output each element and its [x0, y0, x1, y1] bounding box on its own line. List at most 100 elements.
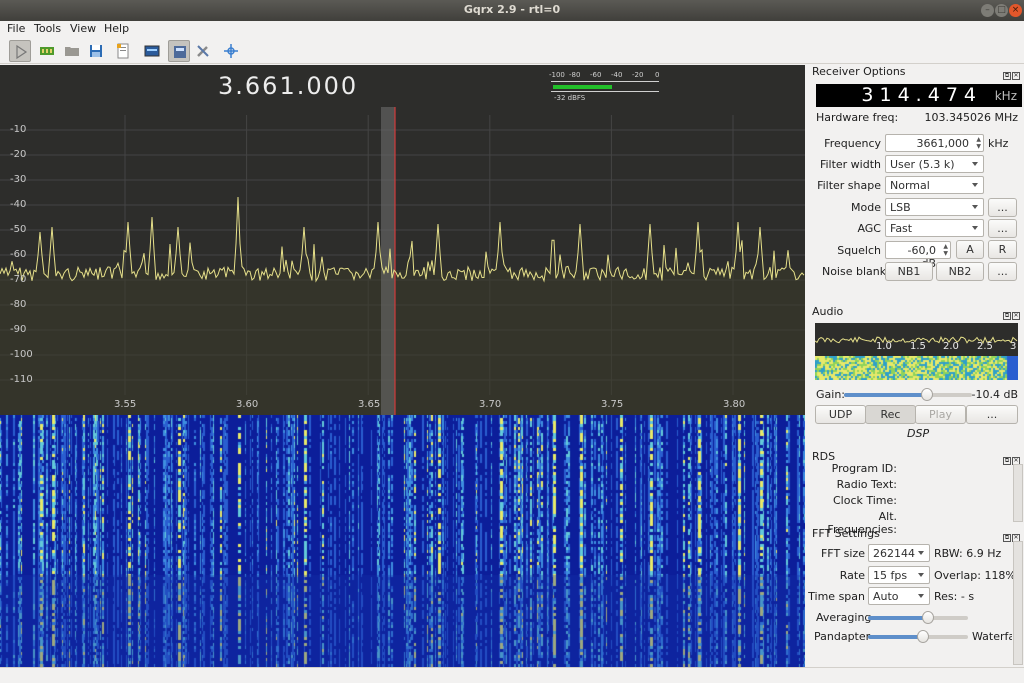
chevron-down-icon	[972, 162, 978, 166]
device-button[interactable]	[36, 40, 58, 62]
audio-options-button[interactable]: ...	[966, 405, 1018, 424]
spin-arrows-icon[interactable]: ▲ ▼	[976, 136, 981, 150]
squelch-auto-button[interactable]: A	[956, 240, 984, 259]
lcd-value: 314.474	[861, 84, 982, 106]
averaging-slider[interactable]	[868, 611, 968, 624]
time-span-label: Time span	[808, 590, 865, 603]
nb-options-button[interactable]: ...	[988, 262, 1017, 281]
folder-open-icon	[65, 47, 79, 56]
close-icon[interactable]: ✕	[1012, 312, 1020, 320]
agc-select[interactable]: Fast	[885, 219, 984, 237]
rec-button[interactable]: Rec	[865, 405, 916, 424]
pandapter-slider[interactable]	[868, 630, 968, 643]
audio-tick: 1.5	[910, 341, 926, 352]
y-tick: -80	[10, 299, 27, 310]
chevron-down-icon	[918, 594, 924, 598]
chevron-down-icon	[972, 226, 978, 230]
y-tick: -20	[10, 149, 27, 160]
y-tick: -30	[10, 174, 27, 185]
clock-time-label: Clock Time:	[832, 494, 897, 507]
noise-floor-fill	[0, 270, 805, 415]
display-button[interactable]	[141, 40, 163, 62]
close-icon[interactable]: ✕	[1012, 72, 1020, 80]
menu-help[interactable]: Help	[104, 22, 129, 35]
radio-text-label: Radio Text:	[836, 478, 897, 491]
save-button[interactable]	[85, 40, 107, 62]
toolbar	[0, 38, 1024, 64]
rds-dock-buttons[interactable]: ⧉ ✕	[1002, 452, 1020, 465]
float-icon[interactable]: ⧉	[1003, 457, 1011, 465]
play-button[interactable]	[9, 40, 31, 62]
play-audio-button[interactable]: Play	[915, 405, 966, 424]
mode-label: Mode	[851, 201, 881, 214]
receiver-dock-buttons[interactable]: ⧉ ✕	[1002, 67, 1020, 80]
mode-options-button[interactable]: ...	[988, 198, 1017, 217]
chevron-down-icon	[918, 573, 924, 577]
spectrum-trace	[0, 196, 805, 283]
gain-label: Gain:	[816, 388, 845, 401]
udp-button[interactable]: UDP	[815, 405, 866, 424]
agc-options-button[interactable]: ...	[988, 219, 1017, 238]
mode-select[interactable]: LSB	[885, 198, 984, 216]
menu-tools[interactable]: Tools	[34, 22, 61, 35]
fft-dock-buttons[interactable]: ⧉ ✕	[1002, 529, 1020, 542]
frequency-input[interactable]: 3661,000 ▲ ▼	[885, 134, 984, 152]
center-button[interactable]	[220, 40, 242, 62]
maximize-button[interactable]: □	[995, 4, 1008, 17]
y-tick: -60	[10, 249, 27, 260]
waterfall-canvas	[0, 415, 805, 667]
rds-scrollbar[interactable]	[1013, 464, 1023, 522]
audio-tick: 2.0	[943, 341, 959, 352]
squelch-input[interactable]: -60,0 dB ▲▼	[885, 241, 951, 270]
float-icon[interactable]: ⧉	[1003, 534, 1011, 542]
nb2-button[interactable]: NB2	[936, 262, 984, 281]
center-icon	[224, 44, 238, 58]
program-id-label: Program ID:	[831, 462, 897, 475]
resolution-label: Res: - s	[934, 590, 975, 603]
pandapter-slider-handle[interactable]	[917, 630, 929, 643]
meter-tick: -60	[590, 71, 602, 79]
fft-size-label: FFT size	[820, 547, 865, 560]
file-button[interactable]	[112, 40, 134, 62]
frequency-lcd[interactable]: 314.474 kHz	[816, 84, 1022, 107]
spin-arrows-icon[interactable]: ▲ ▼	[943, 243, 948, 257]
averaging-slider-handle[interactable]	[922, 611, 934, 624]
receiver-options-title: Receiver Options	[812, 65, 906, 78]
spectrum-plot[interactable]: 3.661.000 -100 -80 -60 -40 -20 0 -32 dBF…	[0, 65, 805, 415]
hardware-freq-value: 103.345026 MHz	[924, 111, 1018, 124]
right-dock-panel: Receiver Options ⧉ ✕ 314.474 kHz Hardware…	[808, 64, 1024, 667]
open-button[interactable]	[61, 40, 83, 62]
pandapter-label: Pandapter	[814, 630, 871, 643]
menu-view[interactable]: View	[70, 22, 96, 35]
menu-file[interactable]: File	[7, 22, 25, 35]
meter-scale	[551, 81, 659, 82]
gain-slider[interactable]	[844, 388, 972, 401]
float-icon[interactable]: ⧉	[1003, 72, 1011, 80]
fft-size-select[interactable]: 262144	[868, 544, 930, 562]
gain-slider-handle[interactable]	[921, 388, 934, 401]
tools-button[interactable]	[192, 40, 214, 62]
float-icon[interactable]: ⧉	[1003, 312, 1011, 320]
time-span-select[interactable]: Auto	[868, 587, 930, 605]
audio-spectrum[interactable]: 1.0 1.5 2.0 2.5 3	[815, 323, 1018, 380]
minimize-button[interactable]: –	[981, 4, 994, 17]
squelch-reset-button[interactable]: R	[988, 240, 1017, 259]
averaging-label: Averaging	[816, 611, 872, 624]
mode-value: LSB	[890, 201, 911, 214]
y-tick: -40	[10, 199, 27, 210]
file-icon	[117, 43, 129, 59]
audio-dock-buttons[interactable]: ⧉ ✕	[1002, 307, 1020, 320]
close-button[interactable]: ×	[1009, 4, 1022, 17]
filter-shape-select[interactable]: Normal	[885, 176, 984, 194]
x-tick: 3.65	[358, 399, 381, 410]
rate-value: 15 fps	[873, 569, 908, 582]
rate-select[interactable]: 15 fps	[868, 566, 930, 584]
filter-width-select[interactable]: User (5.3 k)	[885, 155, 984, 173]
remote-button[interactable]	[168, 40, 190, 62]
save-icon	[90, 45, 102, 57]
hardware-freq-label: Hardware freq:	[816, 111, 899, 124]
fft-scrollbar[interactable]	[1013, 541, 1023, 665]
status-bar	[0, 667, 1024, 683]
nb1-button[interactable]: NB1	[885, 262, 933, 281]
waterfall-display[interactable]	[0, 415, 805, 667]
